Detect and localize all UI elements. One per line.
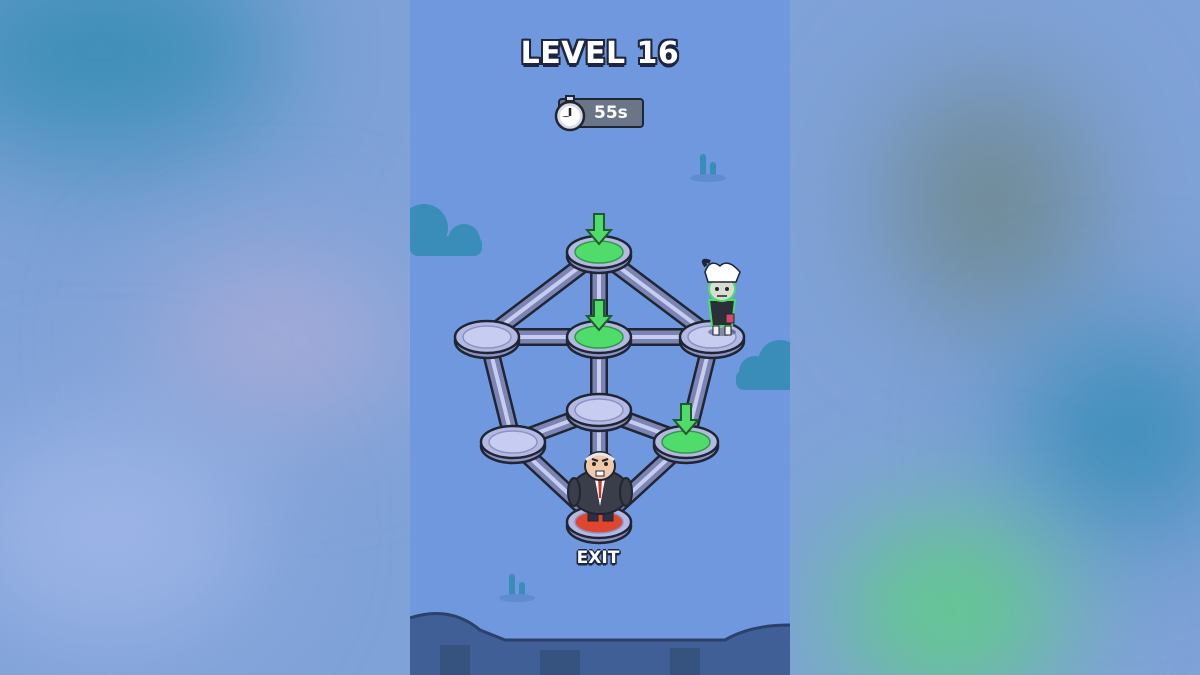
stopwatch-icon xyxy=(554,95,586,132)
timer-text: 55s xyxy=(594,103,628,123)
grass-sprout-bottom xyxy=(499,574,535,602)
ground xyxy=(410,612,790,675)
platform-center[interactable] xyxy=(565,392,633,433)
cloud-right xyxy=(736,340,790,390)
timer-badge: 55s xyxy=(554,95,644,132)
grass-sprout-top xyxy=(690,154,726,182)
platform-mid-left[interactable] xyxy=(453,319,521,360)
cloud-left xyxy=(410,204,482,256)
game-screen: LEVEL 16 55s EXIT xyxy=(410,0,790,675)
exit-label: EXIT xyxy=(576,548,620,568)
platform-lower-left[interactable] xyxy=(479,424,547,465)
level-title: LEVEL 16 xyxy=(520,36,680,71)
